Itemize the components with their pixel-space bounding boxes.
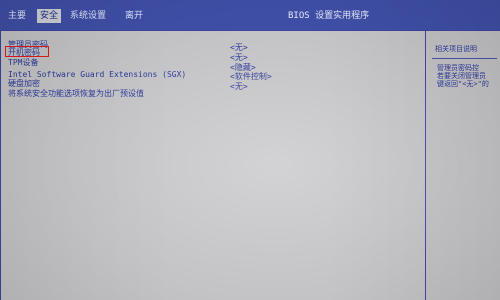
setting-tpm-device[interactable]: TPM设备 [8,57,223,68]
menu-security[interactable]: 安全 [37,9,62,23]
menu-system-settings[interactable]: 系统设置 [70,9,106,23]
setting-value-disk-encryption: <无> [230,82,248,91]
help-line-3: 键返回"<无>"的 [437,80,489,88]
setting-label: 硬盘加密 [8,79,40,88]
bios-title: BIOS 设置实用程序 [288,11,370,21]
bios-topbar: 主要 安全 系统设置 离开 BIOS 设置实用程序 [0,0,500,30]
setting-restore-security-defaults[interactable]: 将系统安全功能选项恢复为出厂预设值 [8,88,223,99]
setting-label: 开机密码 [8,48,40,57]
help-divider [432,58,497,59]
setting-label: 将系统安全功能选项恢复为出厂预设值 [8,89,144,98]
help-title: 相关项目说明 [435,45,477,53]
bios-screen: 主要 安全 系统设置 离开 BIOS 设置实用程序 管理员密码 <无> 开机密码… [0,0,500,300]
menu-exit[interactable]: 离开 [125,9,143,23]
menu-main[interactable]: 主要 [8,9,26,23]
setting-power-on-password[interactable]: 开机密码 [5,46,49,57]
setting-label: TPM设备 [8,58,39,67]
